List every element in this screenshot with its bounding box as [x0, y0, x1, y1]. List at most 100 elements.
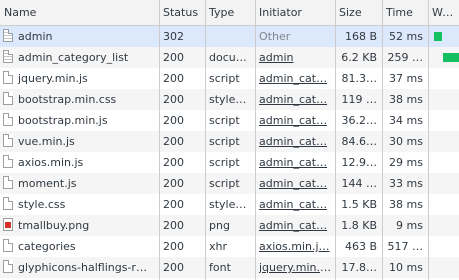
table-row[interactable]: jquery.min.js 200 script admin_cat… 81.3… 37 …: [0, 68, 459, 89]
waterfall-cell: [428, 68, 459, 89]
column-header-waterfall[interactable]: Waterfall: [428, 0, 459, 25]
size-cell-text: 36.2…: [341, 114, 378, 127]
column-divider[interactable]: [255, 0, 256, 280]
initiator-cell-text[interactable]: admin_cat…: [259, 177, 327, 190]
status-cell: 200: [159, 257, 205, 278]
table-row[interactable]: admin_category_list 200 docu… admin 6.2 KB 25…: [0, 47, 459, 68]
request-name-cell[interactable]: tmallbuy.png: [0, 215, 159, 236]
initiator-cell-text[interactable]: admin: [259, 51, 293, 64]
file-icon: [3, 260, 13, 273]
size-cell: 84.6…: [335, 131, 382, 152]
initiator-cell[interactable]: admin_cat…: [255, 173, 335, 194]
request-name-cell[interactable]: jquery.min.js: [0, 68, 159, 89]
column-header-initiator[interactable]: Initiator: [255, 0, 335, 25]
initiator-cell[interactable]: admin_cat…: [255, 215, 335, 236]
request-name-cell[interactable]: bootstrap.min.js: [0, 110, 159, 131]
type-cell: script: [205, 68, 255, 89]
request-name-cell[interactable]: axios.min.js: [0, 152, 159, 173]
initiator-cell-text[interactable]: jquery.min.j…: [259, 261, 334, 274]
table-row[interactable]: vue.min.js 200 script admin_cat… 84.6… 30 ms: [0, 131, 459, 152]
column-divider[interactable]: [335, 0, 336, 280]
size-cell: 119 …: [335, 89, 382, 110]
type-cell-text: script: [209, 177, 240, 190]
status-cell: 200: [159, 47, 205, 68]
column-header-time[interactable]: Time: [382, 0, 428, 25]
table-row[interactable]: categories 200 xhr axios.min.j… 463 B 517 …: [0, 236, 459, 257]
file-icon: [3, 92, 13, 105]
time-cell: 259 …: [382, 47, 428, 68]
column-divider[interactable]: [382, 0, 383, 280]
initiator-cell[interactable]: axios.min.j…: [255, 236, 335, 257]
table-row[interactable]: bootstrap.min.css 200 style… admin_cat… 119 …: [0, 89, 459, 110]
table-row[interactable]: admin 302 Other 168 B 52 ms: [0, 26, 459, 47]
request-name: style.css: [18, 198, 66, 211]
type-cell-text: xhr: [209, 240, 228, 253]
request-name: categories: [18, 240, 76, 253]
time-cell-text: 10 ms: [389, 261, 423, 274]
initiator-cell[interactable]: admin_cat…: [255, 194, 335, 215]
initiator-cell-text[interactable]: admin_cat…: [259, 72, 327, 85]
initiator-cell[interactable]: admin_cat…: [255, 110, 335, 131]
initiator-cell[interactable]: admin_cat…: [255, 152, 335, 173]
request-name-cell[interactable]: vue.min.js: [0, 131, 159, 152]
request-name-cell[interactable]: admin: [0, 26, 159, 47]
file-icon: [3, 176, 13, 189]
time-cell-text: 30 ms: [389, 135, 423, 148]
initiator-cell-text[interactable]: admin_cat…: [259, 156, 327, 169]
column-divider[interactable]: [428, 0, 429, 280]
column-header-size[interactable]: Size: [335, 0, 382, 25]
time-cell: 38 ms: [382, 89, 428, 110]
column-header-status[interactable]: Status: [159, 0, 205, 25]
request-name: axios.min.js: [18, 156, 84, 169]
initiator-cell[interactable]: admin_cat…: [255, 89, 335, 110]
initiator-cell[interactable]: admin_cat…: [255, 68, 335, 89]
size-cell-text: 144 …: [341, 177, 378, 190]
initiator-cell[interactable]: jquery.min.j…: [255, 257, 335, 278]
table-row[interactable]: axios.min.js 200 script admin_cat… 12.9… 29 m…: [0, 152, 459, 173]
request-name-cell[interactable]: glyphicons-halflings-r…: [0, 257, 159, 278]
column-divider[interactable]: [205, 0, 206, 280]
time-cell: 33 ms: [382, 173, 428, 194]
document-icon: [3, 29, 13, 42]
table-row[interactable]: style.css 200 style… admin_cat… 1.5 KB 38 ms: [0, 194, 459, 215]
column-header-name[interactable]: Name: [0, 0, 159, 25]
time-cell-text: 29 ms: [389, 156, 423, 169]
initiator-cell[interactable]: admin_cat…: [255, 131, 335, 152]
type-cell-text: script: [209, 156, 240, 169]
type-cell-text: png: [209, 219, 230, 232]
type-cell: script: [205, 152, 255, 173]
request-name-cell[interactable]: style.css: [0, 194, 159, 215]
request-name-cell[interactable]: bootstrap.min.css: [0, 89, 159, 110]
request-name-cell[interactable]: admin_category_list: [0, 47, 159, 68]
table-row[interactable]: tmallbuy.png 200 png admin_cat… 1.8 KB 9 ms: [0, 215, 459, 236]
initiator-cell-text[interactable]: admin_cat…: [259, 219, 327, 232]
size-cell-text: 119 …: [341, 93, 378, 106]
table-row[interactable]: bootstrap.min.js 200 script admin_cat… 36.2……: [0, 110, 459, 131]
request-name-cell[interactable]: categories: [0, 236, 159, 257]
type-cell: font: [205, 257, 255, 278]
initiator-cell-text[interactable]: admin_cat…: [259, 198, 327, 211]
request-name: bootstrap.min.js: [18, 114, 108, 127]
initiator-cell[interactable]: admin: [255, 47, 335, 68]
time-cell-text: 38 ms: [389, 93, 423, 106]
size-cell: 81.3…: [335, 68, 382, 89]
initiator-cell-text[interactable]: admin_cat…: [259, 114, 327, 127]
column-header-type[interactable]: Type: [205, 0, 255, 25]
status-cell-text: 200: [163, 198, 184, 211]
type-cell-text: docu…: [209, 51, 247, 64]
size-cell-text: 12.9…: [341, 156, 378, 169]
size-cell: 17.8…: [335, 257, 382, 278]
type-cell: docu…: [205, 47, 255, 68]
time-cell-text: 52 ms: [389, 30, 423, 43]
size-cell-text: 6.2 KB: [341, 51, 377, 64]
initiator-cell-text[interactable]: admin_cat…: [259, 93, 327, 106]
column-divider[interactable]: [159, 0, 160, 280]
request-name: bootstrap.min.css: [18, 93, 117, 106]
time-cell: 29 ms: [382, 152, 428, 173]
status-cell-text: 200: [163, 219, 184, 232]
table-row[interactable]: glyphicons-halflings-r… 200 font jquery.min…: [0, 257, 459, 278]
initiator-cell-text[interactable]: admin_cat…: [259, 135, 327, 148]
initiator-cell-text[interactable]: axios.min.j…: [259, 240, 330, 253]
table-row[interactable]: moment.js 200 script admin_cat… 144 … 33 ms: [0, 173, 459, 194]
request-name-cell[interactable]: moment.js: [0, 173, 159, 194]
